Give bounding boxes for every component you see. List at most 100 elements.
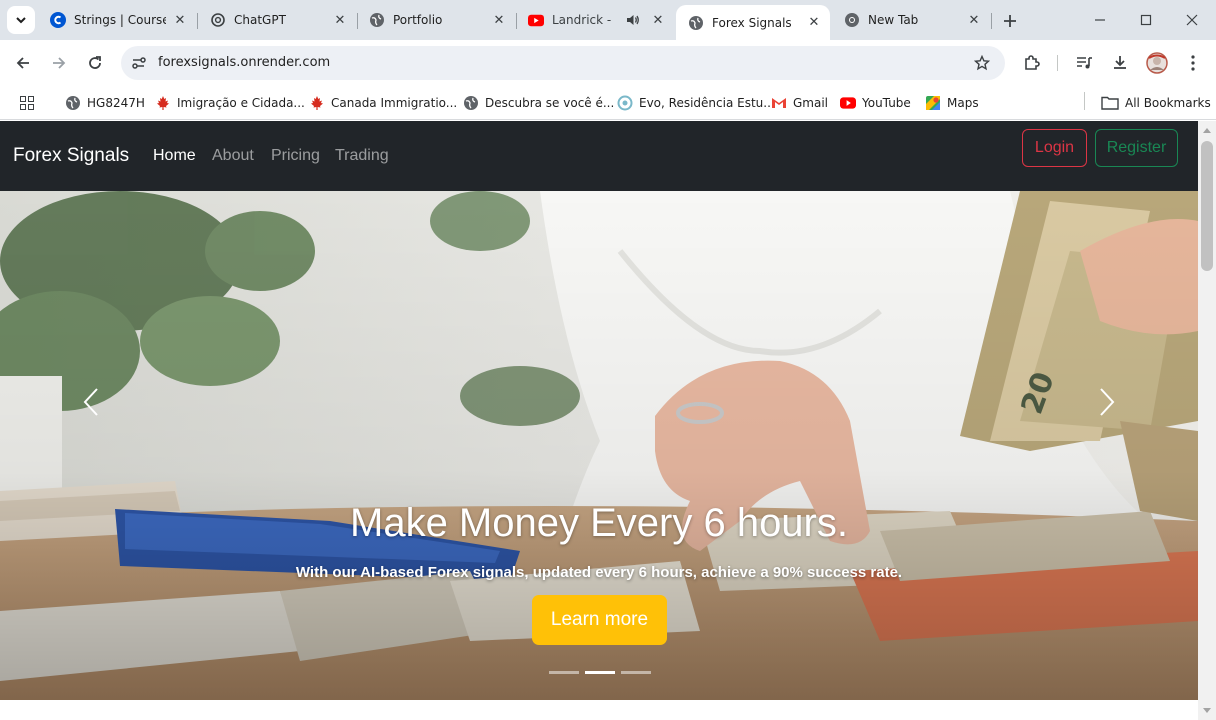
gmail-icon	[771, 95, 787, 111]
apps-grid-icon	[19, 95, 35, 111]
minimize-button[interactable]	[1080, 6, 1120, 34]
address-url: forexsignals.onrender.com	[158, 55, 331, 70]
site-navbar: Forex Signals Home About Pricing Trading…	[0, 121, 1198, 191]
nav-link-about[interactable]: About	[212, 147, 254, 165]
new-tab-button[interactable]	[998, 9, 1022, 33]
arrow-right-icon	[53, 57, 66, 69]
carousel-indicator-1[interactable]	[549, 671, 579, 674]
media-controls-button[interactable]	[1073, 52, 1095, 74]
bookmark-descubra[interactable]: Descubra se você é...	[463, 92, 614, 114]
all-bookmarks-label: All Bookmarks	[1125, 96, 1211, 110]
scroll-up-arrow-icon[interactable]	[1201, 124, 1213, 136]
maps-icon	[925, 95, 941, 111]
close-icon[interactable]: ✕	[491, 12, 507, 28]
speaker-icon[interactable]	[626, 13, 640, 30]
bookmark-imigracao[interactable]: Imigração e Cidada...	[155, 92, 305, 114]
web-page: Forex Signals Home About Pricing Trading…	[0, 121, 1216, 720]
login-button[interactable]: Login	[1022, 129, 1087, 167]
bookmark-gmail[interactable]: Gmail	[771, 92, 828, 114]
nav-link-trading[interactable]: Trading	[335, 147, 389, 165]
bookmark-youtube[interactable]: YouTube	[840, 92, 911, 114]
chrome-icon	[844, 12, 860, 28]
extensions-button[interactable]	[1021, 52, 1043, 74]
downloads-button[interactable]	[1109, 52, 1131, 74]
all-bookmarks-button[interactable]: All Bookmarks	[1101, 92, 1211, 114]
page-scrollbar[interactable]	[1198, 121, 1216, 720]
site-brand[interactable]: Forex Signals	[13, 145, 129, 167]
globe-icon	[688, 15, 704, 31]
evo-icon	[617, 95, 633, 111]
chevron-right-icon	[1100, 388, 1115, 416]
scrollbar-thumb[interactable]	[1201, 141, 1213, 271]
bookmark-label: Descubra se você é...	[485, 96, 615, 110]
bookmark-canada-immigration[interactable]: Canada Immigratio...	[309, 92, 457, 114]
close-icon[interactable]: ✕	[806, 14, 822, 30]
folder-icon	[1101, 95, 1119, 111]
carousel-next-button[interactable]	[1095, 386, 1119, 418]
back-button[interactable]	[8, 48, 38, 78]
hero-caption: Make Money Every 6 hours. With our AI-ba…	[0, 501, 1198, 581]
bookmark-label: HG8247H	[87, 96, 145, 110]
tab-search-button[interactable]	[7, 6, 35, 34]
learn-more-button[interactable]: Learn more	[532, 595, 667, 645]
profile-avatar[interactable]	[1146, 52, 1168, 74]
tab-title: Landrick - Ba	[552, 13, 614, 27]
queue-music-icon	[1077, 57, 1092, 69]
close-icon[interactable]: ✕	[966, 12, 982, 28]
tab-portfolio[interactable]: Portfolio ✕	[357, 5, 515, 35]
address-bar[interactable]: forexsignals.onrender.com	[121, 46, 1005, 80]
minimize-icon	[1095, 19, 1105, 21]
bookmarks-bar: HG8247H Imigração e Cidada... Canada Imm…	[0, 86, 1216, 120]
nav-link-home[interactable]: Home	[153, 147, 196, 165]
hero-carousel: 20 Make Money Every 6 hours. With our AI…	[0, 191, 1198, 700]
tab-title: Strings | Coursera	[74, 13, 166, 27]
register-button[interactable]: Register	[1095, 129, 1178, 167]
tab-landrick[interactable]: Landrick - Ba ✕	[516, 5, 674, 35]
close-icon[interactable]: ✕	[172, 12, 188, 28]
bookmark-label: Canada Immigratio...	[331, 96, 458, 110]
reload-icon	[89, 56, 101, 69]
globe-icon	[369, 12, 385, 28]
nav-link-pricing[interactable]: Pricing	[271, 147, 320, 165]
carousel-indicator-2[interactable]	[585, 671, 615, 674]
browser-menu-button[interactable]	[1182, 52, 1204, 74]
bookmark-label: Maps	[947, 96, 979, 110]
tab-forex-signals[interactable]: Forex Signals ✕	[676, 5, 830, 40]
download-icon	[1114, 56, 1126, 69]
tab-new-tab[interactable]: New Tab ✕	[832, 5, 990, 35]
tab-strip: Strings | Coursera ✕ ChatGPT ✕ Portfolio…	[0, 0, 1216, 40]
tab-chatgpt[interactable]: ChatGPT ✕	[198, 5, 356, 35]
carousel-indicator-3[interactable]	[621, 671, 651, 674]
globe-icon	[65, 95, 81, 111]
bookmark-label: Imigração e Cidada...	[177, 96, 305, 110]
scroll-down-arrow-icon[interactable]	[1201, 705, 1213, 717]
coursera-icon	[50, 12, 66, 28]
hero-headline: Make Money Every 6 hours.	[350, 501, 848, 545]
youtube-icon	[528, 12, 544, 28]
globe-icon	[463, 95, 479, 111]
bookmark-hg8247h[interactable]: HG8247H	[65, 92, 145, 114]
apps-button[interactable]	[19, 92, 41, 114]
bookmark-evo[interactable]: Evo, Residência Estu...	[617, 92, 775, 114]
close-icon[interactable]: ✕	[650, 12, 666, 28]
bookmark-star-icon[interactable]	[973, 54, 991, 72]
close-icon	[1186, 14, 1198, 26]
plus-icon	[1004, 15, 1016, 27]
bookmark-maps[interactable]: Maps	[925, 92, 979, 114]
forward-button[interactable]	[44, 48, 74, 78]
tab-coursera[interactable]: Strings | Coursera ✕	[38, 5, 196, 35]
close-icon[interactable]: ✕	[332, 12, 348, 28]
browser-toolbar: forexsignals.onrender.com	[0, 40, 1216, 86]
site-info-icon[interactable]	[130, 54, 148, 72]
avatar-icon	[1146, 52, 1168, 74]
reload-button[interactable]	[80, 48, 110, 78]
hero-subtext: With our AI-based Forex signals, updated…	[295, 564, 903, 581]
window-close-button[interactable]	[1172, 6, 1212, 34]
carousel-prev-button[interactable]	[79, 386, 103, 418]
bookmark-label: YouTube	[862, 96, 911, 110]
bookmark-label: Gmail	[793, 96, 829, 110]
more-vertical-icon	[1191, 55, 1195, 71]
puzzle-icon	[1025, 55, 1040, 70]
maximize-button[interactable]	[1126, 6, 1166, 34]
toolbar-separator	[1057, 55, 1058, 71]
